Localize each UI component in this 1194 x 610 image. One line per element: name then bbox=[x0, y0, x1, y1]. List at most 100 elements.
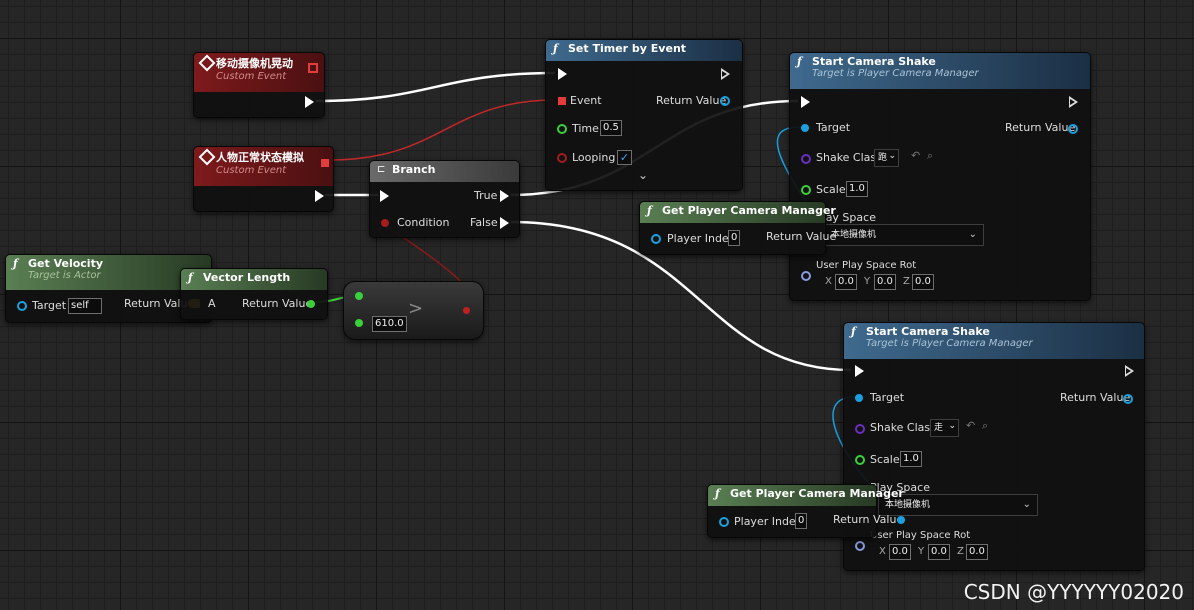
function-icon: ƒ bbox=[715, 487, 720, 500]
compare-value-input[interactable]: 610.0 bbox=[372, 316, 407, 332]
rot-pin[interactable] bbox=[801, 271, 811, 281]
y-label: Y bbox=[864, 276, 871, 287]
target-pin[interactable] bbox=[855, 394, 863, 402]
node-subtitle: Target is Player Camera Manager bbox=[866, 338, 1033, 349]
false-exec-pin[interactable] bbox=[500, 217, 509, 229]
node-subtitle: Custom Event bbox=[216, 71, 287, 82]
condition-label: Condition bbox=[397, 216, 450, 229]
start-camera-shake-node-1[interactable]: ƒ Start Camera Shake Target is Player Ca… bbox=[789, 52, 1091, 301]
chevron-down-icon: ⌄ bbox=[1022, 499, 1031, 510]
custom-event-move-camera-shake[interactable]: 移动摄像机晃动 Custom Event bbox=[193, 52, 325, 118]
node-title: Get Player Camera Manager bbox=[730, 487, 904, 500]
shake-class-value: 跑 bbox=[878, 153, 888, 163]
true-exec-pin[interactable] bbox=[500, 190, 509, 202]
x-label: X bbox=[825, 276, 832, 287]
function-icon: ƒ bbox=[188, 271, 193, 284]
return-value-pin[interactable] bbox=[1068, 124, 1078, 134]
play-space-dropdown[interactable]: 本地摄像机 ⌄ bbox=[824, 224, 984, 246]
target-input[interactable]: self bbox=[68, 298, 102, 314]
set-timer-by-event-node[interactable]: ƒ Set Timer by Event Event Return Value … bbox=[545, 39, 743, 191]
search-icon[interactable]: ⌕ bbox=[982, 419, 988, 433]
node-title: Get Player Camera Manager bbox=[662, 204, 836, 217]
exec-in-pin[interactable] bbox=[855, 365, 864, 377]
exec-in-pin[interactable] bbox=[380, 190, 389, 202]
node-subtitle: Target is Actor bbox=[28, 270, 101, 281]
node-header: ƒ Get Player Camera Manager bbox=[640, 202, 836, 223]
branch-node[interactable]: ⊏ Branch True Condition False bbox=[369, 160, 520, 238]
shake-class-label: Shake Class bbox=[816, 151, 882, 164]
node-header: 移动摄像机晃动 Custom Event bbox=[194, 53, 324, 92]
shake-class-pin[interactable] bbox=[855, 424, 865, 434]
player-index-label: Player Index bbox=[734, 515, 803, 528]
expand-chevron-icon[interactable]: ⌄ bbox=[638, 168, 648, 182]
function-icon: ƒ bbox=[13, 257, 18, 270]
event-delegate-pin[interactable] bbox=[558, 97, 566, 105]
node-header: 人物正常状态模拟 Custom Event bbox=[194, 147, 333, 186]
float-input-b-pin[interactable] bbox=[355, 319, 363, 327]
delegate-pin[interactable] bbox=[308, 63, 318, 73]
scale-input[interactable]: 1.0 bbox=[900, 451, 922, 467]
vector-length-node[interactable]: ƒ Vector Length A Return Value bbox=[180, 268, 328, 320]
player-index-input[interactable]: 0 bbox=[795, 513, 808, 529]
condition-pin[interactable] bbox=[381, 219, 389, 227]
shake-class-dropdown[interactable]: 跑 ⌄ bbox=[874, 149, 899, 167]
exec-out-pin[interactable] bbox=[305, 96, 314, 108]
return-value-pin[interactable] bbox=[1123, 394, 1133, 404]
y-input[interactable]: 0.0 bbox=[874, 274, 896, 290]
reset-icon[interactable]: ↶ bbox=[966, 419, 975, 432]
delegate-wire bbox=[329, 99, 556, 161]
false-label: False bbox=[470, 216, 498, 229]
return-value-pin[interactable] bbox=[720, 96, 730, 106]
x-input[interactable]: 0.0 bbox=[835, 274, 857, 290]
return-value-label: Return Value bbox=[656, 94, 727, 107]
x-input[interactable]: 0.0 bbox=[889, 544, 911, 560]
reset-icon[interactable]: ↶ bbox=[911, 149, 920, 162]
time-input[interactable]: 0.5 bbox=[600, 120, 622, 136]
greater-than-node[interactable]: 610.0 > bbox=[343, 281, 484, 340]
return-value-pin[interactable] bbox=[897, 516, 905, 524]
z-label: Z bbox=[957, 546, 964, 557]
shake-class-value: 走 bbox=[934, 423, 944, 433]
scale-input[interactable]: 1.0 bbox=[846, 181, 868, 197]
float-input-a-pin[interactable] bbox=[355, 292, 363, 300]
shake-class-pin[interactable] bbox=[801, 154, 811, 164]
exec-out-inner bbox=[1070, 99, 1075, 105]
z-input[interactable]: 0.0 bbox=[912, 274, 934, 290]
node-title: 人物正常状态模拟 bbox=[216, 151, 304, 164]
scale-pin[interactable] bbox=[855, 455, 865, 465]
scale-pin[interactable] bbox=[801, 185, 811, 195]
target-pin[interactable] bbox=[801, 124, 809, 132]
float-return-pin[interactable] bbox=[307, 300, 315, 308]
search-icon[interactable]: ⌕ bbox=[927, 149, 933, 163]
function-icon: ƒ bbox=[851, 325, 856, 338]
scale-label: Scale bbox=[816, 183, 846, 196]
target-pin[interactable] bbox=[17, 301, 27, 311]
shake-class-dropdown[interactable]: 走 ⌄ bbox=[930, 419, 959, 437]
node-header: ƒ Get Player Camera Manager bbox=[708, 485, 904, 506]
custom-event-normal-state[interactable]: 人物正常状态模拟 Custom Event bbox=[193, 146, 334, 212]
y-input[interactable]: 0.0 bbox=[928, 544, 950, 560]
bool-output-pin[interactable] bbox=[463, 307, 470, 314]
z-input[interactable]: 0.0 bbox=[966, 544, 988, 560]
exec-in-pin[interactable] bbox=[558, 68, 567, 80]
delegate-pin[interactable] bbox=[321, 159, 329, 167]
looping-pin[interactable] bbox=[557, 153, 567, 163]
player-index-pin[interactable] bbox=[651, 234, 661, 244]
get-player-camera-manager-node-1[interactable]: ƒ Get Player Camera Manager Player Index… bbox=[639, 201, 836, 255]
exec-out-pin[interactable] bbox=[315, 190, 324, 202]
exec-in-pin[interactable] bbox=[801, 96, 810, 108]
a-label: A bbox=[208, 297, 216, 310]
return-value-label: Return Value bbox=[766, 230, 837, 243]
player-index-input[interactable]: 0 bbox=[728, 230, 741, 246]
start-camera-shake-node-2[interactable]: ƒ Start Camera Shake Target is Player Ca… bbox=[843, 322, 1145, 571]
function-icon: ƒ bbox=[647, 204, 652, 217]
rot-pin[interactable] bbox=[855, 541, 865, 551]
time-pin[interactable] bbox=[557, 124, 567, 134]
looping-checkbox[interactable]: ✓ bbox=[617, 150, 632, 165]
function-icon: ƒ bbox=[797, 55, 802, 68]
player-index-pin[interactable] bbox=[719, 517, 729, 527]
event-icon bbox=[198, 54, 216, 72]
get-player-camera-manager-node-2[interactable]: ƒ Get Player Camera Manager Player Index… bbox=[707, 484, 905, 538]
looping-label: Looping bbox=[572, 151, 616, 164]
target-label: Target bbox=[816, 121, 851, 134]
